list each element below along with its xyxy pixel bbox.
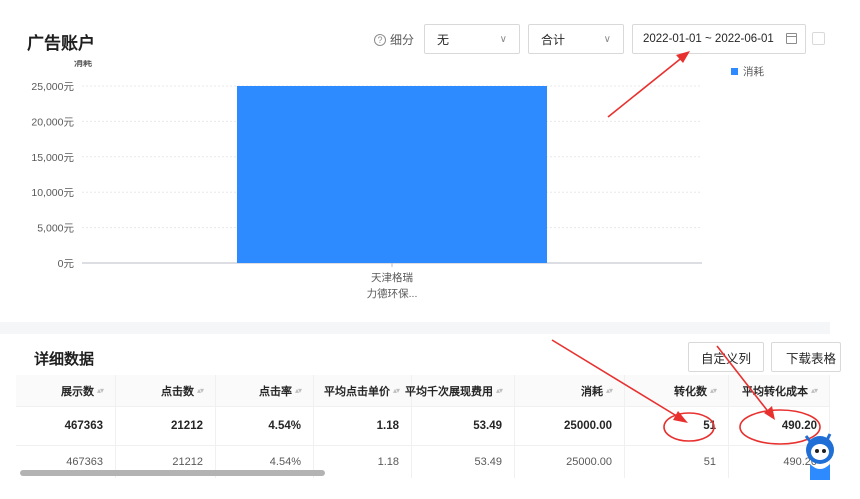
download-table-button[interactable]: 下载表格: [771, 342, 841, 372]
cell-value: 21212: [171, 420, 203, 432]
detail-table: 展示数 ▴▾ 点击数 ▴▾ 点击率 ▴▾ 平均点击单价 ▴▾ 平均千次展现费用 ▴▾ 消耗 ▴▾ 转化数…: [16, 375, 830, 478]
y-tick-label: 5,000元: [37, 223, 74, 235]
breakdown-select-value: 无: [437, 32, 450, 47]
breakdown-label: ? 细分: [374, 31, 414, 48]
cell-value: 51: [703, 456, 716, 468]
cell-value: 25000.00: [566, 456, 612, 468]
table-cell: 467363: [16, 407, 116, 445]
date-range-picker[interactable]: 2022-01-01 ~ 2022-06-01: [632, 24, 806, 54]
sort-icon[interactable]: ▴▾: [295, 386, 302, 395]
chevron-down-icon: ∨: [499, 33, 507, 45]
table-cell: 25000.00: [515, 407, 625, 445]
column-header-label: 展示数: [60, 385, 94, 398]
column-header[interactable]: 消耗 ▴▾: [515, 375, 625, 406]
y-tick-label: 10,000元: [31, 187, 74, 199]
table-header-row: 展示数 ▴▾ 点击数 ▴▾ 点击率 ▴▾ 平均点击单价 ▴▾ 平均千次展现费用 ▴▾ 消耗 ▴▾ 转化数…: [16, 375, 830, 407]
y-tick-label: 25,000元: [31, 81, 74, 93]
scrollbar-thumb[interactable]: [20, 470, 325, 476]
table-cell: 53.49: [412, 407, 515, 445]
cell-value: 467363: [66, 456, 103, 468]
column-header-label: 平均转化成本: [741, 385, 808, 398]
calendar-icon: [786, 33, 797, 44]
y-tick-label: 0元: [58, 258, 75, 270]
column-header[interactable]: 平均点击单价 ▴▾: [314, 375, 412, 406]
help-circle-icon[interactable]: ?: [374, 33, 386, 46]
cell-value: 51: [703, 420, 716, 432]
legend-swatch: [731, 68, 738, 75]
breakdown-select[interactable]: 无 ∨: [424, 24, 520, 54]
cell-value: 1.18: [376, 420, 399, 432]
cell-value: 21212: [172, 456, 203, 468]
cell-value: 4.54%: [269, 456, 301, 468]
column-header[interactable]: 点击数 ▴▾: [116, 375, 216, 406]
bar: [237, 86, 547, 263]
aggregate-select[interactable]: 合计 ∨: [528, 24, 624, 54]
chart-header: 广告账户 ? 细分 无 ∨ 合计 ∨ 2022-01-01 ~ 2022-06-…: [0, 0, 830, 62]
column-header[interactable]: 平均千次展现费用 ▴▾: [405, 375, 515, 406]
date-range-value: 2022-01-01 ~ 2022-06-01: [643, 33, 774, 45]
table-cell: 4.54%: [216, 407, 314, 445]
sort-icon[interactable]: ▴▾: [393, 386, 400, 395]
cell-value: 467363: [64, 420, 103, 432]
column-header[interactable]: 点击率 ▴▾: [216, 375, 314, 406]
detail-card: 详细数据 自定义列 下载表格 展示数 ▴▾ 点击数 ▴▾ 点击率 ▴▾ 平均点击单价 ▴▾ 平均…: [0, 334, 841, 499]
table-cell: 21212: [116, 407, 216, 445]
cell-value: 4.54%: [268, 420, 301, 432]
page-title: 广告账户: [27, 34, 95, 53]
sort-icon[interactable]: ▴▾: [811, 386, 818, 395]
x-tick-label: 天津格瑞: [371, 271, 413, 284]
cell-value: 53.49: [474, 456, 502, 468]
table-cell: 51: [625, 407, 729, 445]
x-tick-label: 力德环保...: [367, 287, 418, 300]
sort-icon[interactable]: ▴▾: [606, 386, 613, 395]
section-divider: [0, 322, 830, 334]
spend-bar-chart: 消耗 0元 5,000元 10,000元 15,000元 20,000元 25,000元天津…: [31, 60, 764, 300]
sort-icon[interactable]: ▴▾: [97, 386, 104, 395]
detail-title: 详细数据: [34, 351, 95, 368]
custom-columns-button[interactable]: 自定义列: [688, 342, 764, 372]
table-cell: 1.18: [314, 407, 412, 445]
sort-icon[interactable]: ▴▾: [710, 386, 717, 395]
sort-icon[interactable]: ▴▾: [496, 386, 503, 395]
legend-label: 消耗: [743, 65, 764, 78]
y-tick-label: 15,000元: [31, 152, 74, 164]
column-header-label: 点击数: [160, 385, 194, 398]
column-header-label: 点击率: [258, 385, 292, 398]
column-header-label: 消耗: [580, 385, 603, 398]
chevron-down-icon: ∨: [603, 33, 611, 45]
cell-value: 25000.00: [564, 420, 612, 432]
cell-value: 53.49: [473, 420, 502, 432]
chart-card: 广告账户 ? 细分 无 ∨ 合计 ∨ 2022-01-01 ~ 2022-06-…: [0, 0, 830, 322]
settings-toggle[interactable]: [812, 32, 825, 45]
assistant-mascot-icon[interactable]: [800, 430, 834, 486]
table-total-row: 467363 21212 4.54% 1.18 53.49 25000.00 51 490.2…: [16, 407, 830, 446]
column-header-label: 平均点击单价: [323, 385, 390, 398]
column-header[interactable]: 转化数 ▴▾: [625, 375, 729, 406]
breakdown-label-text: 细分: [390, 33, 415, 47]
column-header-label: 转化数: [673, 385, 707, 398]
aggregate-select-value: 合计: [541, 32, 566, 47]
sort-icon[interactable]: ▴▾: [197, 386, 204, 395]
y-axis-title: 消耗: [74, 60, 92, 68]
y-tick-label: 20,000元: [31, 116, 74, 128]
column-header-label: 平均千次展现费用: [404, 385, 493, 398]
cell-value: 1.18: [377, 456, 399, 468]
column-header[interactable]: 展示数 ▴▾: [16, 375, 116, 406]
column-header[interactable]: 平均转化成本 ▴▾: [729, 375, 830, 406]
